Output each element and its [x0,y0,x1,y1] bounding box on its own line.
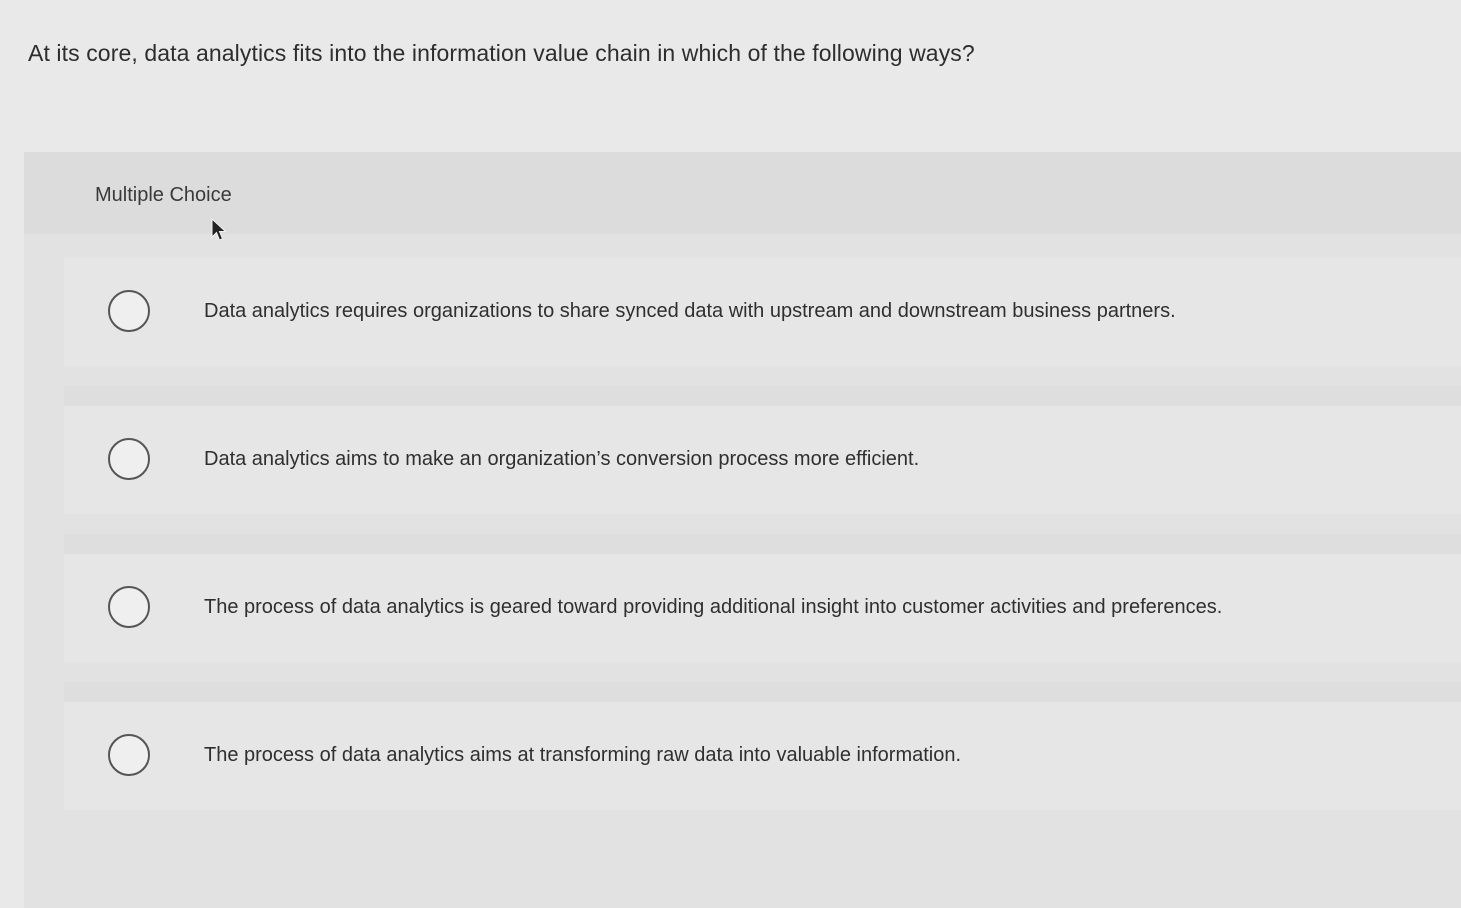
radio-button-2[interactable] [108,438,150,480]
question-type-label: Multiple Choice [95,184,232,206]
mouse-pointer-icon [211,218,227,241]
answer-option-4[interactable]: The process of data analytics aims at tr… [64,702,1461,810]
answer-option-2[interactable]: Data analytics aims to make an organizat… [64,406,1461,514]
answer-option-text: Data analytics requires organizations to… [204,300,1176,322]
multiple-choice-panel: Multiple Choice Data analytics requires … [24,152,1461,908]
radio-button-3[interactable] [108,586,150,628]
answer-option-text: Data analytics aims to make an organizat… [204,448,920,470]
panel-header: Multiple Choice [24,152,1461,241]
answer-option-1[interactable]: Data analytics requires organizations to… [64,258,1461,366]
answer-option-text: The process of data analytics aims at tr… [204,744,962,766]
answer-option-text: The process of data analytics is geared … [204,596,1223,618]
radio-button-4[interactable] [108,734,150,776]
question-text: At its core, data analytics fits into th… [28,40,975,66]
radio-button-1[interactable] [108,290,150,332]
answer-option-3[interactable]: The process of data analytics is geared … [64,554,1461,662]
